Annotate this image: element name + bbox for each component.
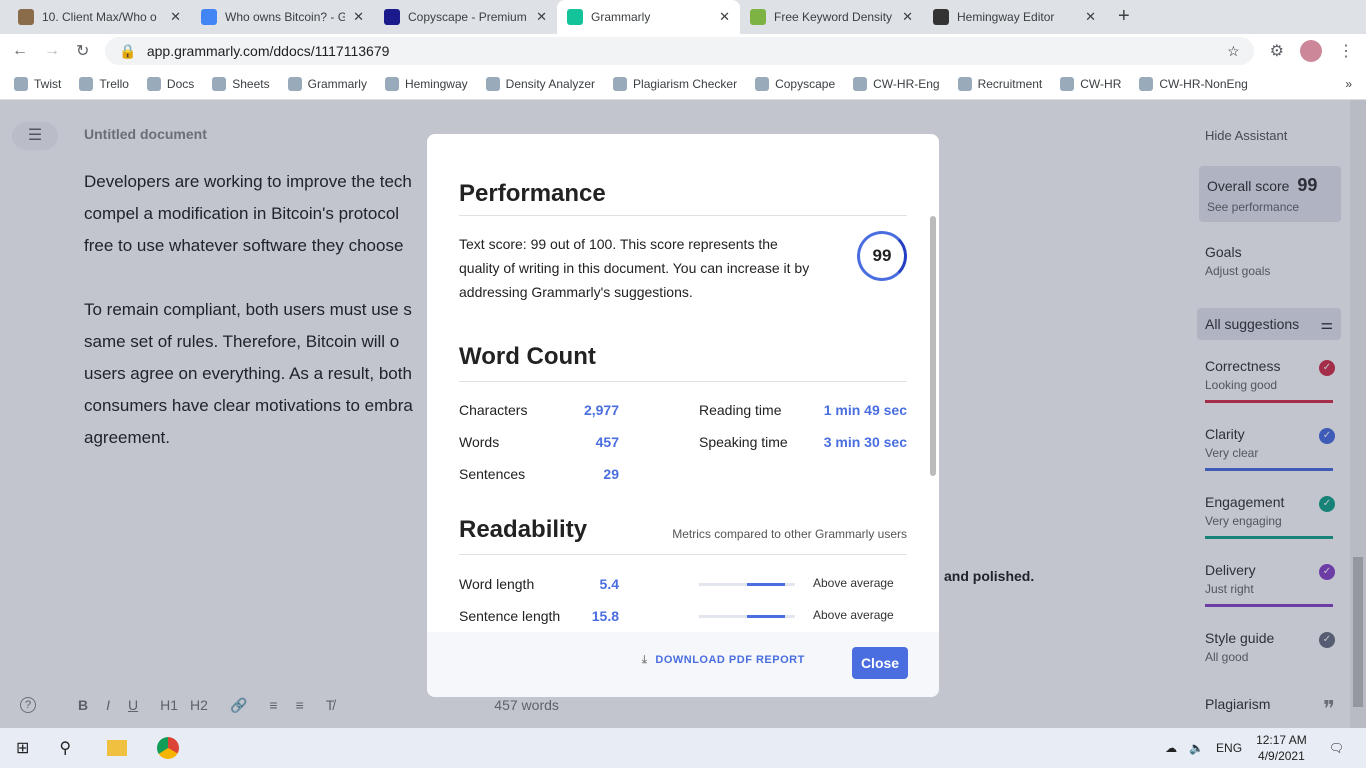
close-button[interactable]: Close — [852, 647, 908, 679]
favicon-icon — [933, 9, 949, 25]
bookmark[interactable]: Docs — [146, 76, 194, 91]
favicon-icon — [750, 9, 766, 25]
modal-scrollbar[interactable] — [930, 216, 936, 476]
bookmark[interactable]: Sheets — [212, 76, 270, 91]
time-label: Reading time — [699, 402, 782, 418]
close-tab-icon[interactable]: ✕ — [170, 9, 181, 25]
performance-title: Performance — [459, 180, 606, 207]
stat-label: Words — [459, 434, 500, 450]
readability-label: Sentence length — [459, 608, 561, 624]
bookmark-icon — [755, 76, 770, 91]
bookmark[interactable]: Plagiarism Checker — [613, 76, 737, 91]
readability-note: Metrics compared to other Grammarly user… — [672, 527, 907, 541]
bookmark-icon — [613, 76, 628, 91]
download-icon: ⤓ — [642, 654, 648, 666]
word-count-title: Word Count — [459, 343, 596, 370]
bookmarks-bar: Twist Trello Docs Sheets Grammarly Hemingway D… — [0, 68, 1366, 100]
taskbar: ⊞ ⚲ ☁ 🔈 ENG 12:17 AM 4/9/2021 🗨 — [0, 728, 1366, 768]
close-tab-icon[interactable]: ✕ — [353, 9, 364, 25]
bookmark[interactable]: Hemingway — [384, 76, 468, 91]
readability-value: 15.8 — [591, 608, 619, 624]
menu-icon[interactable]: ⋮ — [1338, 41, 1354, 61]
readability-rating: Above average — [813, 608, 894, 622]
search-icon[interactable]: ⚲ — [59, 738, 71, 758]
time-value: 3 min 30 sec — [823, 434, 907, 450]
extensions-icon[interactable]: ⚙ — [1270, 41, 1284, 61]
bookmark-icon — [485, 76, 500, 91]
favicon-icon — [201, 9, 217, 25]
close-tab-icon[interactable]: ✕ — [902, 9, 913, 25]
performance-modal: Performance Text score: 99 out of 100. T… — [427, 134, 939, 697]
network-icon[interactable]: ☁ — [1165, 741, 1177, 755]
lock-icon: 🔒 — [119, 42, 137, 59]
reload-icon[interactable]: ↻ — [76, 41, 89, 61]
notifications-icon[interactable]: 🗨 — [1329, 741, 1344, 755]
language-indicator[interactable]: ENG — [1216, 741, 1242, 755]
back-icon[interactable]: ← — [12, 42, 28, 60]
star-icon[interactable]: ☆ — [1227, 43, 1240, 60]
browser-tab[interactable]: 10. Client Max/Who o ✕ — [8, 0, 191, 34]
readability-rating: Above average — [813, 576, 894, 590]
close-tab-icon[interactable]: ✕ — [1085, 9, 1096, 25]
bookmark-icon — [212, 76, 227, 91]
close-tab-icon[interactable]: ✕ — [719, 9, 730, 25]
bookmark[interactable]: CW-HR — [1060, 76, 1121, 91]
bookmark[interactable]: CW-HR-Eng — [853, 76, 940, 91]
bookmark-icon — [1139, 76, 1154, 91]
download-pdf-button[interactable]: ⤓ DOWNLOAD PDF REPORT — [642, 654, 805, 667]
favicon-icon — [384, 9, 400, 25]
bookmark-icon — [146, 76, 161, 91]
score-circle: 99 — [857, 231, 907, 281]
modal-footer: ⤓ DOWNLOAD PDF REPORT Close — [427, 632, 939, 697]
favicon-icon — [18, 9, 34, 25]
clock[interactable]: 12:17 AM 4/9/2021 — [1256, 732, 1307, 764]
stat-label: Sentences — [459, 466, 526, 482]
browser-tab[interactable]: Hemingway Editor ✕ — [923, 0, 1106, 34]
address-bar-row: ← → ↻ 🔒 app.grammarly.com/ddocs/111711367… — [0, 34, 1366, 68]
stat-value: 457 — [595, 434, 619, 450]
browser-tab[interactable]: Copyscape - Premium ✕ — [374, 0, 557, 34]
volume-icon[interactable]: 🔈 — [1189, 741, 1204, 755]
url-input[interactable]: 🔒 app.grammarly.com/ddocs/1117113679 ☆ — [105, 37, 1254, 65]
more-bookmarks[interactable]: » — [1345, 77, 1352, 91]
browser-tab[interactable]: Grammarly ✕ — [557, 0, 740, 34]
browser-tab[interactable]: Free Keyword Density ✕ — [740, 0, 923, 34]
bookmark[interactable]: Recruitment — [957, 76, 1042, 91]
bookmark-icon — [853, 76, 868, 91]
readability-bar-fill — [747, 583, 785, 586]
bookmark-icon — [287, 76, 302, 91]
stat-value: 29 — [603, 466, 619, 482]
bookmark[interactable]: Copyscape — [755, 76, 835, 91]
new-tab-button[interactable]: + — [1118, 5, 1130, 28]
avatar[interactable] — [1300, 40, 1322, 62]
start-icon[interactable]: ⊞ — [16, 738, 29, 758]
bookmark[interactable]: Grammarly — [287, 76, 367, 91]
bookmark[interactable]: Density Analyzer — [485, 76, 595, 91]
time-value: 1 min 49 sec — [823, 402, 907, 418]
forward-icon[interactable]: → — [44, 42, 60, 60]
bookmark[interactable]: CW-HR-NonEng — [1139, 76, 1248, 91]
performance-text: Text score: 99 out of 100. This score re… — [459, 236, 810, 300]
readability-label: Word length — [459, 576, 535, 592]
time-label: Speaking time — [699, 434, 788, 450]
chrome-icon[interactable] — [157, 737, 180, 759]
stat-value: 2,977 — [583, 402, 619, 418]
bookmark[interactable]: Trello — [79, 76, 129, 91]
tab-strip: 10. Client Max/Who o ✕ Who owns Bitcoin? -… — [0, 0, 1366, 34]
readability-bar — [699, 583, 795, 586]
bookmark[interactable]: Twist — [14, 76, 61, 91]
bookmark-icon — [957, 76, 972, 91]
close-tab-icon[interactable]: ✕ — [536, 9, 547, 25]
bookmark-icon — [1060, 76, 1075, 91]
favicon-icon — [567, 9, 583, 25]
readability-bar — [699, 615, 795, 618]
file-explorer-icon[interactable] — [107, 740, 128, 756]
bookmark-icon — [384, 76, 399, 91]
bookmark-icon — [79, 76, 94, 91]
bookmark-icon — [14, 76, 28, 91]
readability-value: 5.4 — [599, 576, 619, 592]
stat-label: Characters — [459, 402, 528, 418]
readability-bar-fill — [747, 615, 785, 618]
browser-tab[interactable]: Who owns Bitcoin? - G ✕ — [191, 0, 374, 34]
